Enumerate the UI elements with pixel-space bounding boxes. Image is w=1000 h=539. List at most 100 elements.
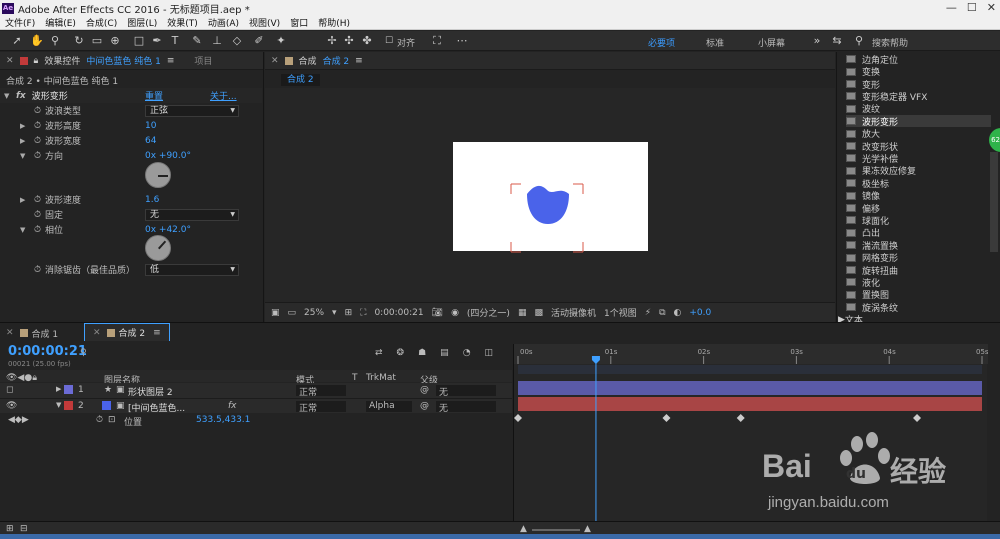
trkmat-dropdown[interactable]: Alpha <box>366 401 412 412</box>
effect-list-item[interactable]: 光学补偿 <box>846 152 991 165</box>
transparency-icon[interactable]: ▩ <box>534 308 543 318</box>
grid-icon[interactable]: ⊞ <box>345 308 353 318</box>
frame-blending-icon[interactable]: ▤ <box>440 348 449 358</box>
workspace-small-screen[interactable]: 小屏幕 <box>758 36 785 49</box>
stopwatch-icon[interactable]: ⏱︎ <box>34 151 41 161</box>
menu-effect[interactable]: 效果(T) <box>162 16 203 29</box>
close-panel-icon[interactable]: ✕ <box>6 56 14 66</box>
pinning-dropdown[interactable]: 无 <box>145 208 239 221</box>
roi-icon[interactable]: ▦ <box>518 308 527 318</box>
text-tool-icon[interactable]: T <box>168 34 182 48</box>
reset-link[interactable]: 重置 <box>145 89 163 102</box>
flowchart-icon[interactable]: ⧉ <box>659 308 665 318</box>
align-checkbox-icon[interactable]: ☐ <box>382 34 396 48</box>
panel-menu-icon[interactable]: ≡ <box>153 328 161 338</box>
effect-list-item[interactable]: 放大 <box>846 127 991 140</box>
axis-view-icon[interactable]: ✤ <box>360 34 374 48</box>
close-tab-icon[interactable]: ✕ <box>6 328 14 338</box>
panel-menu-icon[interactable]: ≡ <box>355 56 363 66</box>
about-link[interactable]: 关于... <box>210 89 237 102</box>
menu-file[interactable]: 文件(F) <box>0 16 40 29</box>
pan-behind-tool-icon[interactable]: ⊕ <box>108 34 122 48</box>
effect-list-item[interactable]: 镜像 <box>846 189 991 202</box>
zoom-tool-icon[interactable]: ⚲ <box>48 34 62 48</box>
zoom-out-icon[interactable]: ▲ <box>520 524 527 534</box>
effect-list-item[interactable]: 变形 <box>846 78 991 91</box>
effect-list-item[interactable]: 极坐标 <box>846 177 991 190</box>
zoom-slider[interactable] <box>532 529 580 531</box>
viewer-area[interactable] <box>265 88 835 302</box>
parent-dropdown[interactable]: 无 <box>436 385 496 398</box>
menu-layer[interactable]: 图层(L) <box>122 16 162 29</box>
effect-controls-layer-name[interactable]: 中间色蓝色 纯色 1 <box>86 54 160 67</box>
snap-icon[interactable]: ⛶ <box>430 34 444 48</box>
menu-composition[interactable]: 合成(C) <box>81 16 122 29</box>
zoom-in-icon[interactable]: ▲ <box>584 524 591 534</box>
effect-list-item[interactable]: 置换图 <box>846 289 991 301</box>
workspace-essentials[interactable]: 必要项 <box>648 36 675 49</box>
snap-options-icon[interactable]: ⋯ <box>455 34 469 48</box>
display-icon[interactable]: ▭ <box>288 308 297 318</box>
reset-exposure-icon[interactable]: ◐ <box>674 308 682 318</box>
expand-icon[interactable]: ▶ <box>20 122 28 130</box>
resolution-dropdown[interactable]: (四分之一) <box>467 306 510 319</box>
visibility-icon[interactable]: 👁︎ <box>6 401 17 411</box>
timeline-timecode[interactable]: 0:00:00:21 <box>8 344 87 359</box>
camera-dropdown[interactable]: 活动摄像机 <box>551 306 596 319</box>
lock-icon[interactable]: 🔒︎ <box>34 56 39 66</box>
selection-tool-icon[interactable]: ➚ <box>10 34 24 48</box>
expand-icon[interactable]: ▶ <box>20 196 28 204</box>
exposure-value[interactable]: +0.0 <box>689 308 711 318</box>
pickwhip-icon[interactable]: @ <box>420 401 429 411</box>
snapshot-icon[interactable]: ▣ <box>271 308 280 318</box>
fx-icon[interactable]: fx <box>16 91 26 101</box>
effect-list-item[interactable]: 凸出 <box>846 227 991 239</box>
fx-switch-icon[interactable]: fx <box>228 401 237 411</box>
comp-mini-flowchart-icon[interactable]: ⇄ <box>375 348 383 358</box>
effects-scrollbar[interactable] <box>990 152 998 252</box>
clone-stamp-tool-icon[interactable]: ⊥ <box>210 34 224 48</box>
close-tab-icon[interactable]: ✕ <box>93 328 101 338</box>
camera-tool-icon[interactable]: ▭ <box>90 34 104 48</box>
puppet-tool-icon[interactable]: ✦ <box>274 34 288 48</box>
position-value[interactable]: 533.5,433.1 <box>196 415 250 425</box>
effect-list-item[interactable]: 旋涡条纹 <box>846 301 991 314</box>
visibility-icon[interactable]: ◻ <box>6 385 13 395</box>
parent-dropdown[interactable]: 无 <box>436 401 496 414</box>
brush-tool-icon[interactable]: ✎ <box>190 34 204 48</box>
layer-row-1[interactable]: ◻ ▶ 1 ★ ▣ 形状图层 2 正常 @ 无 <box>0 383 512 398</box>
search-icon[interactable]: ⚲ <box>852 34 866 48</box>
collapse-icon[interactable]: ▼ <box>20 226 28 234</box>
color-channel-icon[interactable]: ◉ <box>451 308 459 318</box>
comp-subtab[interactable]: 合成 2 <box>281 74 320 86</box>
menu-animation[interactable]: 动画(A) <box>203 16 244 29</box>
motion-blur-icon[interactable]: ◔ <box>463 348 471 358</box>
timeline-search-icon[interactable]: ⚲ <box>80 348 87 358</box>
effect-header-row[interactable]: ▼ fx 波形变形 重置 关于... <box>0 88 262 103</box>
zoom-dropdown[interactable]: 25% <box>304 308 324 318</box>
wave-height-value[interactable]: 10 <box>145 121 156 131</box>
stopwatch-icon[interactable]: ⏱︎ <box>34 265 41 275</box>
stopwatch-icon[interactable]: ⏱︎ <box>34 136 41 146</box>
rotate-tool-icon[interactable]: ↻ <box>72 34 86 48</box>
menu-view[interactable]: 视图(V) <box>244 16 285 29</box>
axis-local-icon[interactable]: ✢ <box>325 34 339 48</box>
pen-tool-icon[interactable]: ✒ <box>150 34 164 48</box>
views-dropdown[interactable]: 1个视图 <box>604 306 637 319</box>
viewer-timecode[interactable]: 0:00:00:21 <box>374 308 423 318</box>
roto-brush-tool-icon[interactable]: ✐ <box>252 34 266 48</box>
antialiasing-dropdown[interactable]: 低 <box>145 263 239 276</box>
hand-tool-icon[interactable]: ✋ <box>30 34 44 48</box>
chevron-down-icon[interactable]: ▾ <box>332 308 337 318</box>
expand-icon[interactable]: ▶ <box>20 137 28 145</box>
minimize-icon[interactable]: — <box>946 1 957 14</box>
effect-list-item[interactable]: 旋转扭曲 <box>846 264 991 277</box>
eraser-tool-icon[interactable]: ◇ <box>230 34 244 48</box>
workspace-standard[interactable]: 标准 <box>706 36 724 49</box>
effect-list-item[interactable]: 边角定位 <box>846 53 991 66</box>
comp-tab-label[interactable]: 合成 <box>299 54 317 67</box>
camera-snapshot-icon[interactable]: 📷︎ <box>432 308 443 318</box>
project-tab[interactable]: 项目 <box>194 54 212 67</box>
blend-mode-dropdown[interactable]: 正常 <box>296 401 346 414</box>
effect-list-item[interactable]: 变换 <box>846 65 991 78</box>
